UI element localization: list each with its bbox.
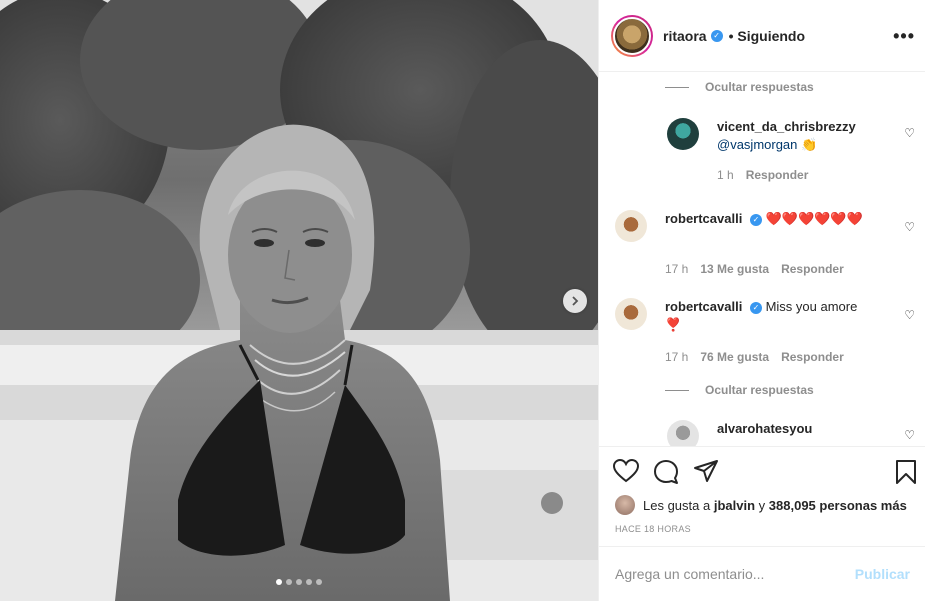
heart-icon[interactable]: ♡ (904, 220, 915, 234)
comment-text: Miss you amore (765, 299, 858, 314)
avatar[interactable] (667, 420, 699, 446)
comment-icon[interactable] (653, 459, 679, 485)
comment-likes[interactable]: 76 Me gusta (700, 350, 769, 364)
author-username[interactable]: ritaora (663, 28, 707, 44)
heart-icon[interactable]: ♡ (904, 428, 915, 442)
share-icon[interactable] (693, 459, 719, 483)
bookmark-icon[interactable] (895, 459, 917, 485)
post-dialog: ritaora ✓ • Siguiendo ••• Ocultar respue… (0, 0, 925, 601)
heart-icon[interactable]: ♡ (904, 308, 915, 322)
reply-button[interactable]: Responder (781, 350, 844, 364)
comment-meta: 1 h Responder (717, 168, 808, 182)
hide-replies-button[interactable]: Ocultar respuestas (665, 383, 814, 397)
heart-icon[interactable] (613, 459, 639, 483)
comment-text: ❤️❤️❤️❤️❤️❤️ (765, 211, 863, 226)
liker-avatar[interactable] (615, 495, 635, 515)
comment-emoji: 👏 (801, 137, 818, 152)
likes-count[interactable]: 388,095 personas más (769, 498, 907, 513)
more-icon[interactable]: ••• (893, 26, 915, 47)
comment-mention[interactable]: @vasjmorgan (717, 137, 797, 152)
carousel-next-button[interactable] (563, 289, 587, 313)
comment-username[interactable]: alvarohatesyou (717, 421, 812, 436)
hide-replies-label: Ocultar respuestas (705, 80, 814, 94)
photo-image (0, 0, 598, 601)
comment-meta: 17 h 76 Me gusta Responder (665, 350, 844, 364)
add-comment-bar: Publicar (599, 546, 925, 601)
avatar[interactable] (667, 118, 699, 150)
avatar[interactable] (615, 210, 647, 242)
publish-button[interactable]: Publicar (855, 566, 910, 582)
post-header: ritaora ✓ • Siguiendo ••• (599, 0, 925, 72)
chevron-right-icon (572, 296, 579, 306)
author-avatar[interactable] (611, 14, 653, 57)
post-side-panel: ritaora ✓ • Siguiendo ••• Ocultar respue… (598, 0, 925, 601)
verified-icon: ✓ (710, 29, 723, 42)
carousel-dot (276, 579, 282, 585)
post-timestamp[interactable]: HACE 18 HORAS (615, 524, 691, 534)
comment-time[interactable]: 17 h (665, 350, 688, 364)
comment-input[interactable] (615, 566, 855, 582)
follow-status[interactable]: • Siguiendo (729, 28, 805, 44)
avatar[interactable] (615, 298, 647, 330)
reply-button[interactable]: Responder (746, 168, 809, 182)
reply-button[interactable]: Responder (781, 262, 844, 276)
hide-replies-button[interactable]: Ocultar respuestas (665, 80, 814, 94)
post-photo[interactable] (0, 0, 598, 601)
comment-time[interactable]: 1 h (717, 168, 734, 182)
comment-likes[interactable]: 13 Me gusta (700, 262, 769, 276)
comment-meta: 17 h 13 Me gusta Responder (665, 262, 844, 276)
carousel-dot (316, 579, 322, 585)
comment-username[interactable]: robertcavalli (665, 299, 742, 314)
post-actions: Les gusta a jbalvin y 388,095 personas m… (599, 446, 925, 546)
likes-prefix: Les gusta a (643, 497, 711, 513)
comments-list: Ocultar respuestas vicent_da_chrisbrezzy… (599, 72, 925, 446)
verified-icon: ✓ (749, 213, 762, 226)
liked-by-username[interactable]: jbalvin (714, 498, 755, 513)
hide-replies-label: Ocultar respuestas (705, 383, 814, 397)
comment-username[interactable]: vicent_da_chrisbrezzy (717, 119, 856, 134)
verified-icon: ✓ (749, 301, 762, 314)
comment-username[interactable]: robertcavalli (665, 211, 742, 226)
carousel-dot (286, 579, 292, 585)
heart-icon[interactable]: ♡ (904, 126, 915, 140)
likes-connector: y (758, 497, 766, 513)
carousel-dot (306, 579, 312, 585)
carousel-indicator (276, 579, 322, 585)
comment-emoji: ❣️ (665, 317, 682, 332)
likes-summary: Les gusta a jbalvin y 388,095 personas m… (615, 495, 907, 515)
comment-time[interactable]: 17 h (665, 262, 688, 276)
carousel-dot (296, 579, 302, 585)
